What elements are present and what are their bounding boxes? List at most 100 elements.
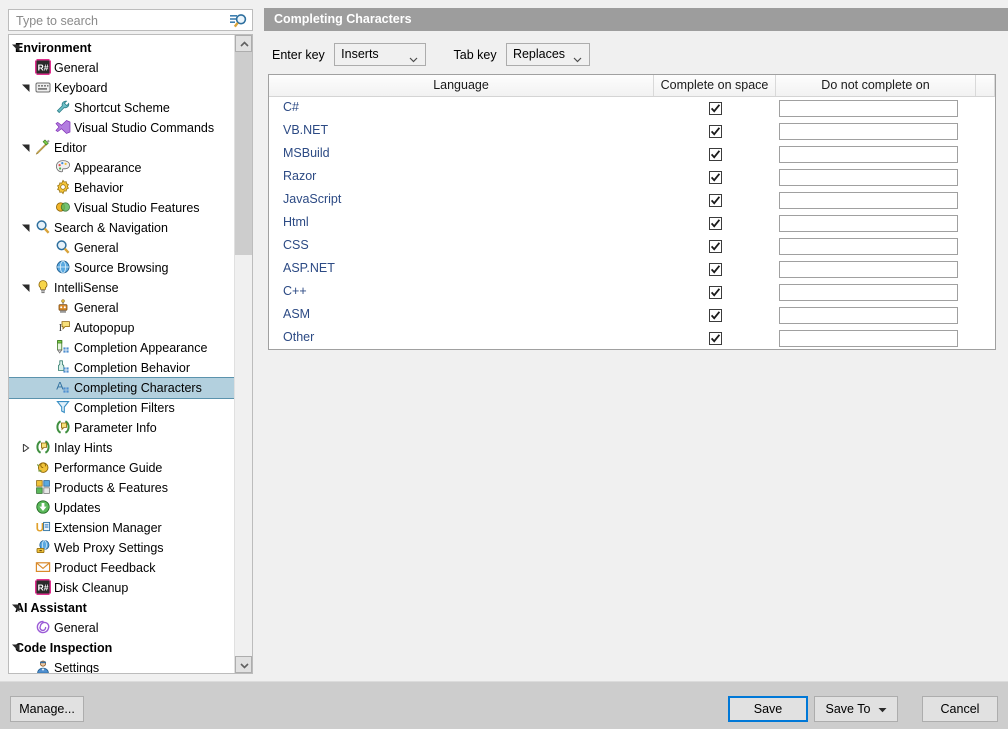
table-row[interactable]: ASP.NET — [269, 258, 995, 281]
sidebar-item-keyboard[interactable]: Keyboard — [9, 78, 235, 98]
tab-key-value: Replaces — [513, 47, 565, 61]
sidebar-item-label: Source Browsing — [74, 261, 169, 275]
sidebar-item-source-browsing[interactable]: Source Browsing — [9, 258, 235, 278]
table-row[interactable]: VB.NET — [269, 120, 995, 143]
tab-key-dropdown[interactable]: Replaces — [506, 43, 590, 66]
sidebar-item-search-navigation[interactable]: Search & Navigation — [9, 218, 235, 238]
sidebar-item-autopopup[interactable]: IAutopopup — [9, 318, 235, 338]
sidebar-item-label: Web Proxy Settings — [54, 541, 164, 555]
scroll-up-button[interactable] — [235, 35, 252, 52]
scrollbar-thumb[interactable] — [235, 52, 252, 255]
table-column-header[interactable] — [976, 75, 995, 96]
complete-on-space-checkbox[interactable] — [709, 332, 722, 345]
manage-button[interactable]: Manage... — [10, 696, 84, 722]
sidebar-item-disk-cleanup[interactable]: R#Disk Cleanup — [9, 578, 235, 598]
do-not-complete-on-input[interactable] — [779, 123, 958, 140]
expander-expanded-icon[interactable] — [11, 638, 21, 658]
sidebar-item-visual-studio-commands[interactable]: Visual Studio Commands — [9, 118, 235, 138]
web-proxy-icon — [35, 539, 51, 555]
do-not-complete-on-input[interactable] — [779, 146, 958, 163]
do-not-complete-on-input[interactable] — [779, 169, 958, 186]
tree-scrollbar[interactable] — [234, 35, 252, 673]
complete-on-space-checkbox[interactable] — [709, 194, 722, 207]
sidebar-item-completion-appearance[interactable]: Completion Appearance — [9, 338, 235, 358]
sidebar-item-parameter-info[interactable]: Parameter Info — [9, 418, 235, 438]
language-label: C++ — [283, 284, 307, 298]
search-box[interactable] — [8, 9, 253, 31]
expander-expanded-icon[interactable] — [21, 138, 31, 158]
do-not-complete-on-input[interactable] — [779, 215, 958, 232]
cancel-button[interactable]: Cancel — [922, 696, 998, 722]
table-row[interactable]: Razor — [269, 166, 995, 189]
sidebar-item-appearance[interactable]: Appearance — [9, 158, 235, 178]
sidebar-item-environment[interactable]: Environment — [9, 38, 235, 58]
save-to-button[interactable]: Save To — [814, 696, 898, 722]
table-row[interactable]: JavaScript — [269, 189, 995, 212]
table-row[interactable]: Html — [269, 212, 995, 235]
enter-key-dropdown[interactable]: Inserts — [334, 43, 426, 66]
do-not-complete-on-input[interactable] — [779, 307, 958, 324]
sidebar-item-inlay-hints[interactable]: Inlay Hints — [9, 438, 235, 458]
expander-expanded-icon[interactable] — [21, 278, 31, 298]
save-button[interactable]: Save — [728, 696, 808, 722]
do-not-complete-on-input[interactable] — [779, 238, 958, 255]
sidebar-item-products-features[interactable]: Products & Features — [9, 478, 235, 498]
sidebar-item-general[interactable]: General — [9, 238, 235, 258]
table-row[interactable]: MSBuild — [269, 143, 995, 166]
search-icon[interactable] — [230, 13, 248, 29]
search-input[interactable] — [16, 13, 221, 29]
sidebar-item-general[interactable]: R#General — [9, 58, 235, 78]
table-row[interactable]: Other — [269, 327, 995, 350]
complete-on-space-checkbox[interactable] — [709, 102, 722, 115]
sidebar-item-settings[interactable]: Settings — [9, 658, 235, 673]
expander-expanded-icon[interactable] — [21, 78, 31, 98]
sidebar-item-extension-manager[interactable]: UExtension Manager — [9, 518, 235, 538]
do-not-complete-on-input[interactable] — [779, 100, 958, 117]
table-column-header[interactable]: Do not complete on — [776, 75, 976, 96]
complete-on-space-checkbox[interactable] — [709, 240, 722, 253]
complete-on-space-checkbox[interactable] — [709, 286, 722, 299]
sidebar-item-label: Disk Cleanup — [54, 581, 128, 595]
table-column-header[interactable]: Language — [269, 75, 654, 96]
expander-expanded-icon[interactable] — [11, 598, 21, 618]
sidebar-item-shortcut-scheme[interactable]: Shortcut Scheme — [9, 98, 235, 118]
complete-on-space-checkbox[interactable] — [709, 263, 722, 276]
expander-expanded-icon[interactable] — [11, 38, 21, 58]
scroll-down-button[interactable] — [235, 656, 252, 673]
sidebar-item-visual-studio-features[interactable]: Visual Studio Features — [9, 198, 235, 218]
sidebar-item-performance-guide[interactable]: Performance Guide — [9, 458, 235, 478]
sidebar-item-general[interactable]: General — [9, 618, 235, 638]
settings-detail-pane: Completing Characters Enter key Inserts … — [264, 0, 1008, 681]
sidebar-item-editor[interactable]: Editor — [9, 138, 235, 158]
sidebar-item-web-proxy-settings[interactable]: Web Proxy Settings — [9, 538, 235, 558]
sidebar-item-product-feedback[interactable]: Product Feedback — [9, 558, 235, 578]
complete-on-space-checkbox[interactable] — [709, 125, 722, 138]
sidebar-item-general[interactable]: General — [9, 298, 235, 318]
table-column-header[interactable]: Complete on space — [654, 75, 776, 96]
sidebar-item-completing-characters[interactable]: ACompleting Characters — [9, 378, 235, 398]
complete-on-space-checkbox[interactable] — [709, 309, 722, 322]
sidebar-item-behavior[interactable]: Behavior — [9, 178, 235, 198]
sidebar-item-completion-behavior[interactable]: Completion Behavior — [9, 358, 235, 378]
table-row[interactable]: C++ — [269, 281, 995, 304]
do-not-complete-on-input[interactable] — [779, 284, 958, 301]
complete-on-space-checkbox[interactable] — [709, 148, 722, 161]
expander-collapsed-icon[interactable] — [21, 438, 31, 458]
expander-expanded-icon[interactable] — [21, 218, 31, 238]
sidebar-item-completion-filters[interactable]: Completion Filters — [9, 398, 235, 418]
sidebar-item-ai-assistant[interactable]: AI Assistant — [9, 598, 235, 618]
svg-text:U: U — [36, 522, 44, 534]
caret-tooltip-icon: I — [55, 319, 71, 335]
do-not-complete-on-input[interactable] — [779, 192, 958, 209]
table-row[interactable]: ASM — [269, 304, 995, 327]
sidebar-item-intellisense[interactable]: IntelliSense — [9, 278, 235, 298]
table-row[interactable]: C# — [269, 97, 995, 120]
wrench-icon — [55, 99, 71, 115]
sidebar-item-updates[interactable]: Updates — [9, 498, 235, 518]
complete-on-space-checkbox[interactable] — [709, 171, 722, 184]
do-not-complete-on-input[interactable] — [779, 261, 958, 278]
do-not-complete-on-input[interactable] — [779, 330, 958, 347]
complete-on-space-checkbox[interactable] — [709, 217, 722, 230]
table-row[interactable]: CSS — [269, 235, 995, 258]
sidebar-item-code-inspection[interactable]: Code Inspection — [9, 638, 235, 658]
